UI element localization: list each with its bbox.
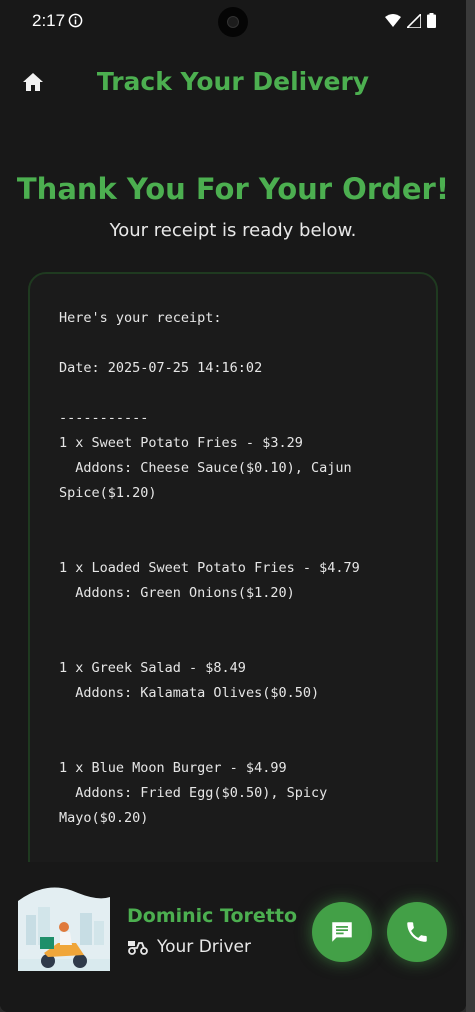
message-driver-button[interactable]	[312, 902, 372, 962]
camera-cutout	[218, 7, 248, 37]
thank-you-heading: Thank You For Your Order!	[16, 172, 450, 206]
driver-role-row: Your Driver	[127, 937, 251, 957]
call-driver-button[interactable]	[387, 902, 447, 962]
message-icon	[332, 922, 352, 942]
delivery-scooter-illustration	[18, 887, 110, 971]
battery-icon	[427, 13, 436, 28]
receipt-text: Here's your receipt: Date: 2025-07-25 14…	[59, 310, 360, 826]
status-bar: 2:17	[0, 0, 466, 44]
receipt-subheading: Your receipt is ready below.	[109, 220, 357, 241]
info-icon	[68, 13, 83, 28]
phone-icon	[407, 922, 427, 942]
device-bezel	[466, 0, 475, 1012]
driver-role: Your Driver	[157, 937, 252, 957]
status-time: 2:17	[32, 11, 66, 30]
scooter-icon	[128, 941, 148, 955]
wifi-icon	[385, 13, 401, 27]
app-screen: 2:17 Track Your Delivery Thank You For Y…	[0, 0, 466, 1012]
driver-name: Dominic Toretto	[127, 905, 298, 927]
receipt-card: Here's your receipt: Date: 2025-07-25 14…	[28, 272, 438, 912]
system-icons	[385, 13, 436, 28]
signal-icon	[407, 13, 421, 28]
page-title: Track Your Delivery	[96, 67, 370, 96]
